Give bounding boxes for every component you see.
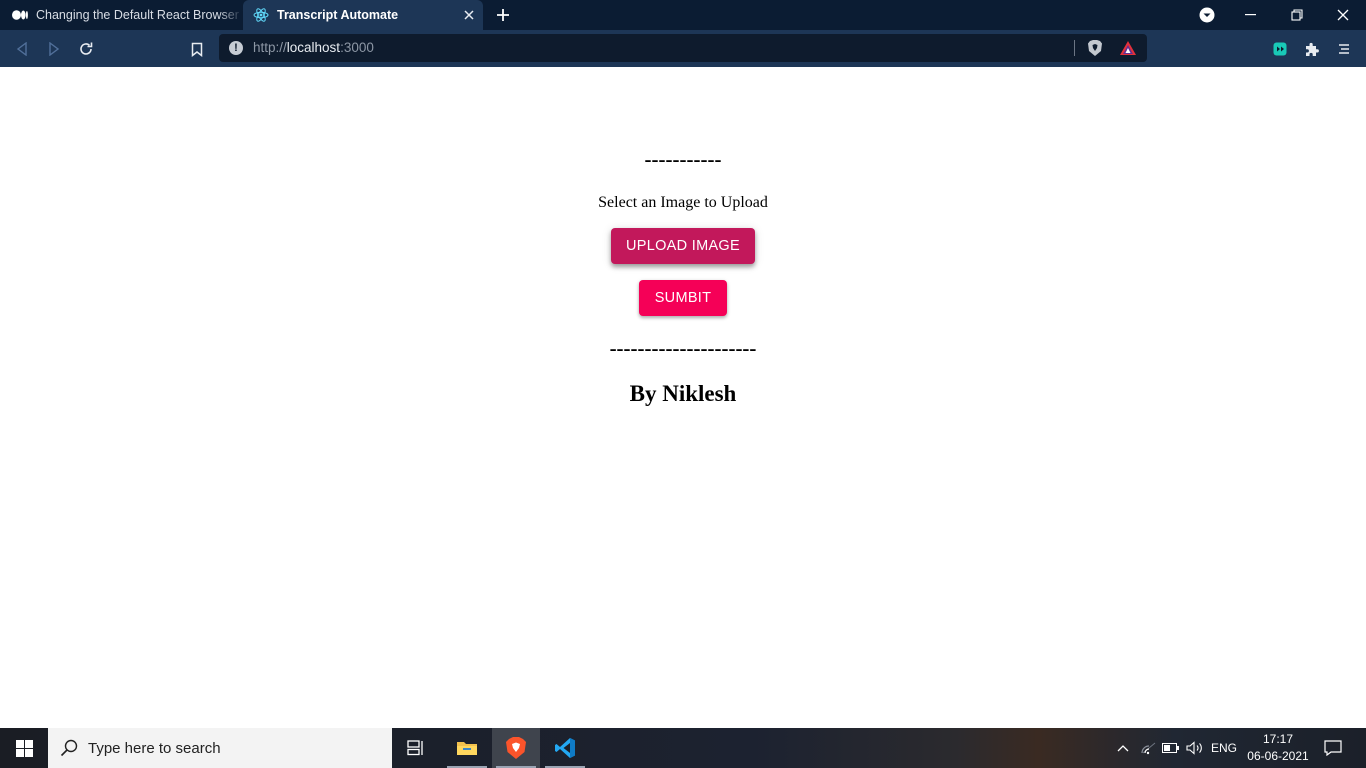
divider-bottom: --------------------- [609,336,757,360]
select-image-label: Select an Image to Upload [598,194,768,211]
forward-icon[interactable] [43,38,65,60]
tab-transcript-automate[interactable]: Transcript Automate [243,0,483,30]
extension-app-icon[interactable] [1269,38,1291,60]
divider-top: ----------- [644,147,722,171]
taskbar-search-box[interactable]: Type here to search [48,728,392,768]
taskbar-clock[interactable]: 17:17 06-06-2021 [1244,728,1312,768]
back-icon[interactable] [11,38,33,60]
brave-browser-icon[interactable] [492,728,540,768]
tab-title: Changing the Default React Browser Tab [36,8,243,22]
site-info-icon[interactable]: ! [229,41,243,55]
menu-icon[interactable] [1333,38,1355,60]
brave-shields-icon[interactable] [1086,39,1104,57]
wifi-icon[interactable] [1138,728,1160,768]
author-heading: By Niklesh [629,381,737,406]
close-tab-icon[interactable] [461,7,477,23]
minimize-icon[interactable] [1228,0,1274,30]
close-window-icon[interactable] [1320,0,1366,30]
upload-image-button[interactable]: UPLOAD IMAGE [611,228,755,264]
brave-rewards-icon[interactable] [1119,39,1137,57]
react-logo-icon [253,7,269,23]
restore-icon[interactable] [1274,0,1320,30]
address-bar[interactable]: ! http://localhost:3000 [219,34,1147,62]
task-view-icon[interactable] [392,728,440,768]
submit-button[interactable]: SUMBIT [639,280,727,316]
language-indicator[interactable]: ENG [1208,728,1240,768]
clock-time: 17:17 [1262,732,1294,746]
tab-search-dropdown-icon[interactable] [1184,0,1230,30]
url-port: :3000 [340,40,374,55]
show-hidden-icons-icon[interactable] [1112,728,1134,768]
url-text[interactable]: http://localhost:3000 [253,40,374,55]
new-tab-icon[interactable] [494,6,512,24]
file-explorer-icon[interactable] [443,728,491,768]
notifications-icon[interactable] [1318,728,1348,768]
address-bar-divider [1074,40,1075,56]
vscode-icon[interactable] [541,728,589,768]
page-content: ----------- Select an Image to Upload UP… [0,67,1366,728]
clock-date: 06-06-2021 [1247,749,1309,763]
reload-icon[interactable] [75,38,97,60]
start-button[interactable] [0,728,48,768]
search-icon [60,739,78,757]
tab-medium-article[interactable]: Changing the Default React Browser Tab [0,0,243,30]
battery-icon[interactable] [1160,728,1182,768]
tab-strip: Changing the Default React Browser Tab T… [0,0,1366,30]
extensions-puzzle-icon[interactable] [1301,38,1323,60]
search-placeholder: Type here to search [88,739,221,757]
volume-icon[interactable] [1184,728,1206,768]
windows-taskbar: Type here to search ENG 17:17 06-06-2021 [0,728,1366,768]
windows-logo-icon [15,739,33,757]
tab-title: Transcript Automate [277,8,399,22]
medium-logo-icon [12,7,28,23]
url-host: localhost [286,40,341,55]
url-scheme: http:// [253,40,287,55]
bookmark-icon[interactable] [186,38,208,60]
